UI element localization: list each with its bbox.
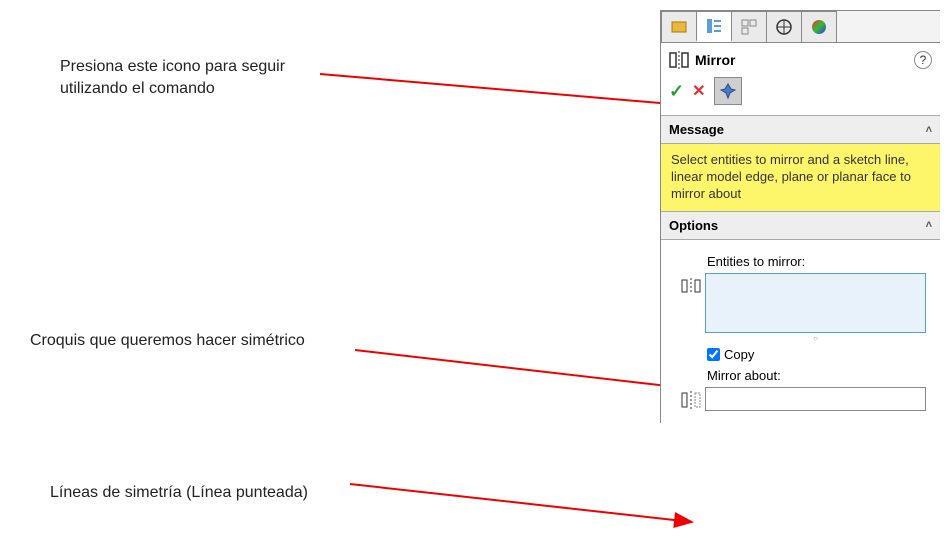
featuremanager-icon [670, 18, 688, 36]
cancel-button[interactable]: ✕ [692, 81, 705, 101]
annotation-mirror-about: Líneas de simetría (Línea punteada) [50, 482, 308, 504]
chevron-up-icon: ˄ [926, 219, 932, 231]
entities-to-mirror-label: Entities to mirror: [707, 254, 932, 269]
mirror-about-input[interactable] [705, 387, 926, 411]
displaymanager-icon [810, 18, 828, 36]
mirror-icon [669, 51, 689, 69]
entities-field-row [677, 273, 932, 333]
annotation-pin: Presiona este icono para seguir utilizan… [60, 56, 340, 99]
panel-title: Mirror [695, 52, 914, 68]
copy-checkbox[interactable] [707, 348, 720, 361]
panel-title-row: Mirror ? [661, 43, 940, 73]
mirror-entities-icon [677, 273, 705, 295]
options-section-header[interactable]: Options ˄ [661, 211, 940, 240]
propertymanager-icon [705, 17, 723, 35]
dimxpert-icon [775, 18, 793, 36]
message-section-header[interactable]: Message ˄ [661, 115, 940, 144]
message-header-label: Message [669, 122, 724, 137]
pin-button[interactable] [714, 77, 742, 105]
options-body: Entities to mirror: Copy Mirror about: [661, 240, 940, 423]
options-header-label: Options [669, 218, 718, 233]
panel-tab-row [661, 11, 940, 43]
tab-dimxpert[interactable] [766, 11, 802, 42]
copy-row: Copy [707, 347, 932, 362]
mirror-about-label: Mirror about: [707, 368, 932, 383]
entities-to-mirror-input[interactable] [705, 273, 926, 333]
property-manager-panel: Mirror ? ✓ ✕ Message ˄ Select entities t… [660, 10, 940, 423]
pin-icon [720, 83, 736, 99]
configmanager-icon [740, 18, 758, 36]
chevron-up-icon: ˄ [926, 124, 932, 136]
tab-featuremanager[interactable] [661, 11, 697, 42]
help-button[interactable]: ? [914, 51, 932, 69]
confirm-row: ✓ ✕ [661, 73, 940, 115]
copy-label: Copy [724, 347, 754, 362]
tab-propertymanager[interactable] [696, 11, 732, 42]
annotation-entities: Croquis que queremos hacer simétrico [30, 330, 305, 352]
mirror-about-field-row [677, 387, 932, 411]
mirror-about-icon [677, 387, 705, 409]
ok-button[interactable]: ✓ [669, 81, 684, 102]
message-body: Select entities to mirror and a sketch l… [661, 144, 940, 211]
tab-configurationmanager[interactable] [731, 11, 767, 42]
tab-displaymanager[interactable] [801, 11, 837, 42]
